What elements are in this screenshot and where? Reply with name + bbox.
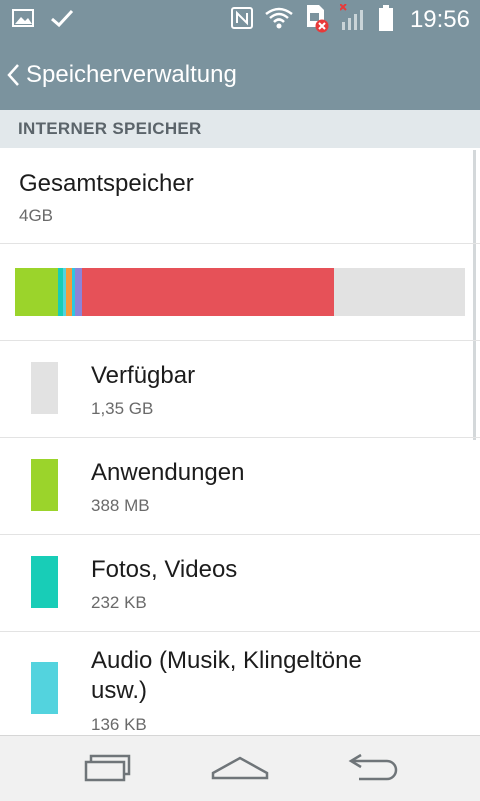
divider	[0, 631, 480, 632]
no-signal-icon	[339, 2, 368, 37]
home-icon[interactable]	[210, 748, 270, 788]
item-value: 232 KB	[91, 593, 147, 612]
divider	[0, 243, 480, 244]
usage-bar-segment-5	[75, 268, 83, 316]
storage-usage-bar	[15, 268, 465, 316]
back-arrow-icon[interactable]	[2, 40, 24, 110]
check-icon	[50, 8, 74, 33]
item-label: Fotos, Videos	[91, 556, 238, 583]
item-value: 1,35 GB	[91, 399, 154, 418]
divider	[0, 437, 480, 438]
sim-error-icon	[304, 3, 330, 38]
item-value: 388 MB	[91, 496, 150, 515]
navigation-bar	[0, 735, 480, 801]
nfc-icon	[230, 6, 254, 35]
battery-icon	[378, 4, 394, 37]
total-storage-label: Gesamtspeicher	[19, 170, 194, 197]
usage-bar-segment-6	[82, 268, 335, 316]
divider	[0, 340, 480, 341]
available-swatch	[31, 362, 58, 414]
section-label: INTERNER SPEICHER	[18, 119, 202, 138]
divider	[0, 534, 480, 535]
page-title[interactable]: Speicherverwaltung	[26, 61, 237, 89]
action-bar: Speicherverwaltung	[0, 40, 480, 110]
status-bar: 19:56	[0, 0, 480, 40]
recent-apps-icon[interactable]	[78, 748, 138, 788]
back-icon[interactable]	[345, 748, 405, 788]
scrollbar[interactable]	[473, 150, 476, 440]
item-label: Anwendungen	[91, 459, 245, 486]
section-header: INTERNER SPEICHER	[0, 110, 480, 148]
item-label: Audio (Musik, Klingeltöne usw.)	[91, 647, 362, 704]
total-storage-value: 4GB	[19, 206, 54, 225]
audio-swatch	[31, 662, 58, 714]
wifi-icon	[264, 6, 294, 35]
item-value: 136 KB	[91, 715, 147, 734]
apps-swatch	[31, 459, 58, 511]
clock: 19:56	[409, 6, 470, 33]
image-icon	[12, 8, 34, 33]
usage-bar-segment-0	[15, 268, 58, 316]
photos-videos-swatch	[31, 556, 58, 608]
item-label: Verfügbar	[91, 362, 196, 389]
